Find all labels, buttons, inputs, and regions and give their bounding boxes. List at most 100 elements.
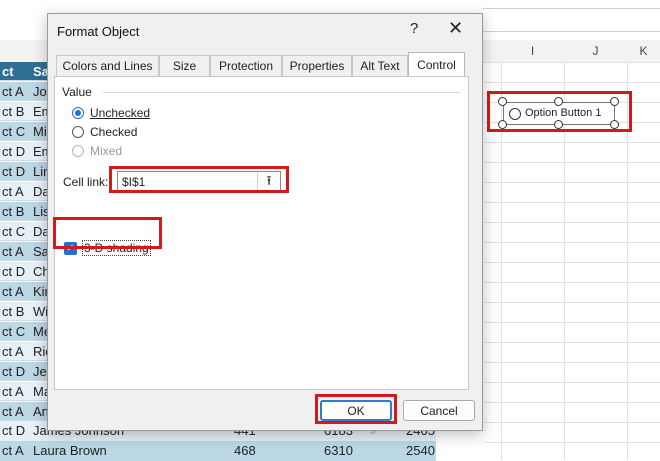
table-row-fragment[interactable]: ct D Em — [0, 142, 48, 161]
cell-name-fragment: Kir — [33, 284, 48, 299]
cell-name-fragment: Da — [33, 224, 48, 239]
tab-protection[interactable]: Protection — [210, 55, 282, 76]
cancel-button[interactable]: Cancel — [403, 400, 475, 421]
gridline — [484, 442, 660, 443]
gridline — [484, 82, 660, 83]
cell-product-fragment: ct A — [2, 344, 24, 359]
table-row-fragment[interactable]: ct B Wi — [0, 302, 48, 321]
dialog-title: Format Object — [57, 24, 140, 39]
cell-value-3: 2540 — [406, 443, 435, 458]
tab-colors-and-lines[interactable]: Colors and Lines — [56, 55, 159, 76]
tab-alt-text[interactable]: Alt Text — [352, 55, 408, 76]
column-header-i[interactable]: I — [501, 40, 565, 63]
highlight-3d-shading — [53, 217, 162, 249]
radio-mixed-label: Mixed — [90, 144, 123, 158]
gridline — [484, 282, 660, 283]
gridline — [484, 362, 660, 363]
cell-product-fragment: ct A — [2, 284, 24, 299]
cell-product-fragment: ct C — [2, 124, 26, 139]
radio-mixed — [72, 145, 84, 157]
close-icon[interactable]: ✕ — [448, 18, 463, 39]
gridline — [484, 142, 660, 143]
cell-product: ct A — [2, 443, 24, 458]
highlight-cell-link — [109, 166, 289, 193]
help-button[interactable]: ? — [410, 20, 418, 37]
cell-name-fragment: Mi — [33, 124, 47, 139]
gridline — [484, 302, 660, 303]
cell-name-fragment: Em — [33, 144, 48, 159]
cell-name-fragment: Sa — [33, 64, 48, 79]
gridline — [484, 322, 660, 323]
table-row-fragment[interactable]: ct C Me — [0, 322, 48, 341]
table-row-fragment[interactable]: ct A Ric — [0, 342, 48, 361]
table-row-fragment[interactable]: ct A Kir — [0, 282, 48, 301]
cell-name: Laura Brown — [33, 443, 107, 458]
cell-product-fragment: ct C — [2, 224, 26, 239]
column-header-k[interactable]: K — [627, 40, 660, 63]
cell-name-fragment: Jo — [33, 84, 47, 99]
table-row-fragment[interactable]: ct A An — [0, 402, 48, 421]
table-row-fragment[interactable]: ct Sa — [0, 62, 48, 81]
cell-product-fragment: ct B — [2, 104, 25, 119]
gridline — [484, 202, 660, 203]
table-row-fragment[interactable]: ct A Sa — [0, 242, 48, 261]
cell-product-fragment: ct A — [2, 384, 24, 399]
radio-unchecked-label[interactable]: Unchecked — [90, 106, 150, 120]
table-row-fragment[interactable]: ct B Em — [0, 102, 48, 121]
cell-name-fragment: Jes — [33, 364, 48, 379]
radio-checked-label[interactable]: Checked — [90, 125, 137, 139]
cell-name-fragment: An — [33, 404, 48, 419]
gridline — [484, 342, 660, 343]
cell-name-fragment: Me — [33, 324, 48, 339]
radio-unchecked[interactable] — [72, 107, 84, 119]
table-row-fragment[interactable]: ct D Lin — [0, 162, 48, 181]
highlight-ok-button — [315, 394, 397, 424]
cell-name-fragment: Ma — [33, 384, 48, 399]
table-row-fragment[interactable]: ct D Jes — [0, 362, 48, 381]
cell-value-2: 6310 — [324, 443, 353, 458]
cell-product-fragment: ct D — [2, 164, 26, 179]
cell-product-fragment: ct A — [2, 184, 24, 199]
gridline — [484, 382, 660, 383]
gridline — [484, 242, 660, 243]
table-row-fragment[interactable]: ct C Mi — [0, 122, 48, 141]
cell-name-fragment: Lin — [33, 164, 48, 179]
cell-name-fragment: Da — [33, 184, 48, 199]
cell-name-fragment: Ch — [33, 264, 48, 279]
cell-product-fragment: ct D — [2, 364, 26, 379]
section-divider — [103, 92, 461, 93]
table-row-fragment[interactable]: ct A Jo — [0, 82, 48, 101]
cell-product-fragment: ct D — [2, 264, 26, 279]
tab-properties[interactable]: Properties — [282, 55, 352, 76]
value-section-label: Value — [62, 85, 92, 99]
column-header-h-partial[interactable] — [483, 40, 502, 63]
cell-product: ct D — [2, 423, 26, 438]
table-row-fragment[interactable]: ct A Ma — [0, 382, 48, 401]
table-row-fragment[interactable]: ct D Ch — [0, 262, 48, 281]
cell-name-fragment: Lis — [33, 204, 48, 219]
cell-name-fragment: Em — [33, 104, 48, 119]
cell-product-fragment: ct A — [2, 244, 24, 259]
gridline — [484, 402, 660, 403]
cell-product-fragment: ct A — [2, 404, 24, 419]
column-header-j[interactable]: J — [564, 40, 628, 63]
gridline — [484, 162, 660, 163]
tab-size[interactable]: Size — [159, 55, 210, 76]
radio-checked[interactable] — [72, 126, 84, 138]
gridline — [484, 182, 660, 183]
cell-product-fragment: ct A — [2, 84, 24, 99]
table-row[interactable]: ct A Laura Brown 468 6310 2540 — [0, 441, 436, 461]
formula-bar[interactable] — [483, 8, 660, 32]
cell-product-fragment: ct C — [2, 324, 26, 339]
table-row-fragment[interactable]: ct C Da — [0, 222, 48, 241]
cell-product-fragment: ct B — [2, 204, 25, 219]
cell-name-fragment: Ric — [33, 344, 48, 359]
cell-product-fragment: ct B — [2, 304, 25, 319]
table-row-fragment[interactable]: ct A Da — [0, 182, 48, 201]
column-header-left[interactable] — [0, 40, 48, 63]
cell-product-fragment: ct D — [2, 144, 26, 159]
gridline — [484, 262, 660, 263]
tab-control[interactable]: Control — [408, 52, 465, 77]
table-row-fragment[interactable]: ct B Lis — [0, 202, 48, 221]
cell-link-label: Cell link: — [63, 175, 109, 189]
